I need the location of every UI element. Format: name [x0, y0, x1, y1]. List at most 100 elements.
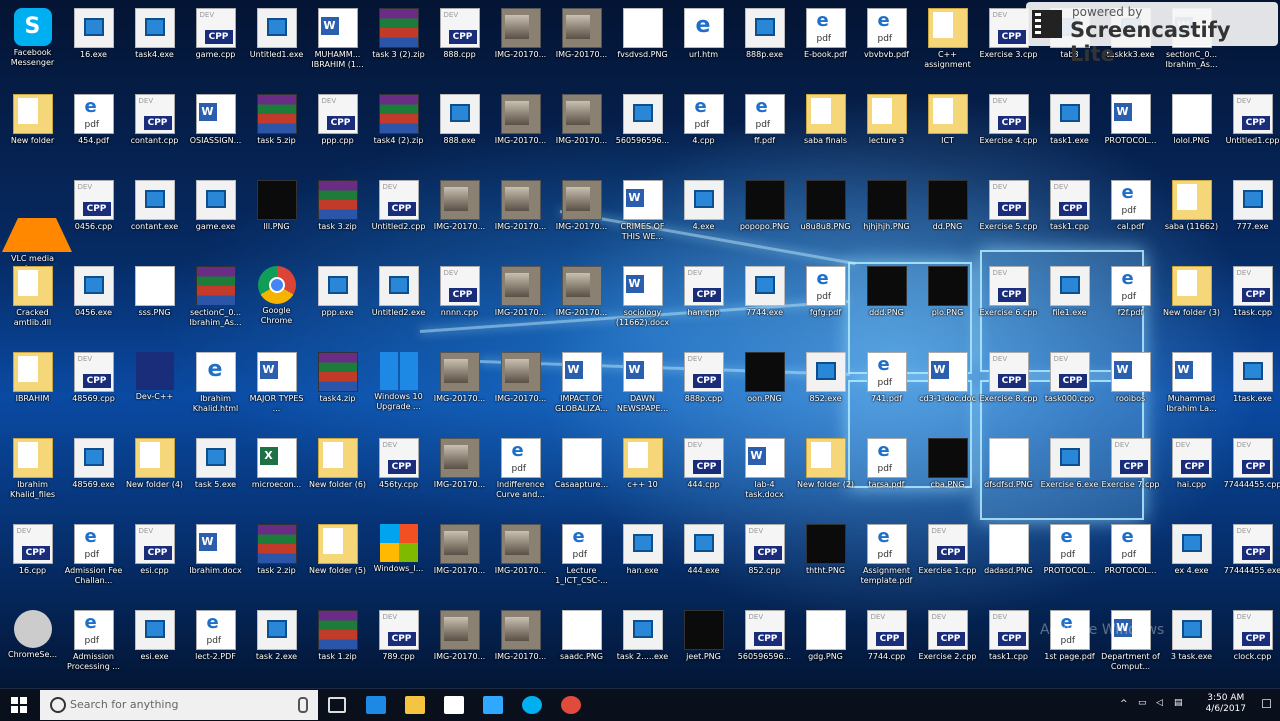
desktop-icon[interactable]: Admission Processing ...: [63, 606, 124, 690]
taskbar-app[interactable]: [435, 689, 473, 721]
desktop-icon[interactable]: jeet.PNG: [673, 606, 734, 690]
desktop-icon[interactable]: Facebook Messenger: [2, 4, 63, 88]
desktop-icon[interactable]: Windows 10 Upgrade ...: [368, 348, 429, 432]
desktop-icon[interactable]: IMG-20170...: [490, 90, 551, 174]
desktop-icon[interactable]: cal.pdf: [1100, 176, 1161, 260]
desktop-icon[interactable]: CRIMES OF THIS WE...: [612, 176, 673, 260]
desktop-icon[interactable]: lolol.PNG: [1161, 90, 1222, 174]
desktop-icon[interactable]: IMG-20170...: [551, 262, 612, 346]
desktop-icon[interactable]: task000.cpp: [1039, 348, 1100, 432]
desktop-icon[interactable]: Assignment template.pdf: [856, 520, 917, 604]
desktop-icon[interactable]: Untitled2.exe: [368, 262, 429, 346]
desktop-icon[interactable]: esi.exe: [124, 606, 185, 690]
desktop-icon[interactable]: Google Chrome: [246, 262, 307, 346]
desktop-icon[interactable]: fvsdvsd.PNG: [612, 4, 673, 88]
desktop-icon[interactable]: 741.pdf: [856, 348, 917, 432]
desktop-icon[interactable]: c++ 10: [612, 434, 673, 518]
notifications-icon[interactable]: ☐: [1261, 697, 1272, 711]
desktop-icon[interactable]: contant.exe: [124, 176, 185, 260]
desktop-icon[interactable]: 4.exe: [673, 176, 734, 260]
desktop-icon[interactable]: 0456.cpp: [63, 176, 124, 260]
network-icon[interactable]: ▭: [1138, 698, 1147, 708]
desktop-icon[interactable]: lab-4 task.docx: [734, 434, 795, 518]
start-button[interactable]: [0, 689, 38, 721]
desktop-icon[interactable]: Untitled1.exe: [246, 4, 307, 88]
desktop-icon[interactable]: saba (11662): [1161, 176, 1222, 260]
desktop-icon[interactable]: 789.cpp: [368, 606, 429, 690]
desktop-icon[interactable]: ddd.PNG: [856, 262, 917, 346]
desktop-icon[interactable]: New folder (6): [307, 434, 368, 518]
desktop-icon[interactable]: url.htm: [673, 4, 734, 88]
desktop-icon[interactable]: E-book.pdf: [795, 4, 856, 88]
desktop-icon[interactable]: 48569.exe: [63, 434, 124, 518]
desktop-icon[interactable]: lecture 3: [856, 90, 917, 174]
desktop-icon[interactable]: task 1.zip: [307, 606, 368, 690]
desktop-icon[interactable]: ththt.PNG: [795, 520, 856, 604]
desktop-icon[interactable]: task 2.exe: [246, 606, 307, 690]
desktop-icon[interactable]: 456ty.cpp: [368, 434, 429, 518]
desktop-icon[interactable]: Cracked amtlib.dll: [2, 262, 63, 346]
desktop-icon[interactable]: New folder (2): [795, 434, 856, 518]
desktop-icon[interactable]: IMG-20170...: [429, 520, 490, 604]
desktop-icon[interactable]: 852.cpp: [734, 520, 795, 604]
desktop-icon[interactable]: Exercise 2.cpp: [917, 606, 978, 690]
desktop-icon[interactable]: New folder (3): [1161, 262, 1222, 346]
desktop-icon[interactable]: Dev-C++: [124, 348, 185, 432]
desktop-icon[interactable]: dfsdfsd.PNG: [978, 434, 1039, 518]
desktop-icon[interactable]: 48569.cpp: [63, 348, 124, 432]
desktop-icon[interactable]: task1.cpp: [1039, 176, 1100, 260]
desktop-icon[interactable]: IMPACT OF GLOBALIZA...: [551, 348, 612, 432]
desktop-icon[interactable]: game.exe: [185, 176, 246, 260]
desktop-icon[interactable]: vbvbvb.pdf: [856, 4, 917, 88]
desktop-icon[interactable]: 777.exe: [1222, 176, 1280, 260]
desktop-icon[interactable]: IMG-20170...: [429, 434, 490, 518]
desktop-icon[interactable]: 454.pdf: [63, 90, 124, 174]
desktop-icon[interactable]: 888p.cpp: [673, 348, 734, 432]
desktop-icon[interactable]: IMG-20170...: [490, 606, 551, 690]
desktop-icon[interactable]: dd.PNG: [917, 176, 978, 260]
desktop-icon[interactable]: task 5.exe: [185, 434, 246, 518]
desktop-icon[interactable]: Ibrahim.docx: [185, 520, 246, 604]
desktop-icon[interactable]: Department of Comput...: [1100, 606, 1161, 690]
desktop-icon[interactable]: u8u8u8.PNG: [795, 176, 856, 260]
desktop-icon[interactable]: Muhammad Ibrahim La...: [1161, 348, 1222, 432]
desktop-icon[interactable]: 77444455.cpp: [1222, 434, 1280, 518]
clock[interactable]: 3:50 AM 4/6/2017: [1206, 693, 1246, 715]
desktop-icon[interactable]: New folder (5): [307, 520, 368, 604]
desktop-icon[interactable]: task 3.zip: [307, 176, 368, 260]
desktop-icon[interactable]: 16.exe: [63, 4, 124, 88]
desktop-icon[interactable]: task4.zip: [307, 348, 368, 432]
desktop-icon[interactable]: 444.cpp: [673, 434, 734, 518]
desktop-icon[interactable]: Ibrahim Khalid_files: [2, 434, 63, 518]
desktop-icon[interactable]: IMG-20170...: [551, 176, 612, 260]
desktop-icon[interactable]: 444.exe: [673, 520, 734, 604]
desktop-icon[interactable]: 3 task.exe: [1161, 606, 1222, 690]
desktop-icon[interactable]: New folder (4): [124, 434, 185, 518]
desktop-icon[interactable]: 1task.exe: [1222, 348, 1280, 432]
desktop-icon[interactable]: 888.exe: [429, 90, 490, 174]
desktop-icon[interactable]: nnnn.cpp: [429, 262, 490, 346]
desktop-icon[interactable]: 560596596...: [612, 90, 673, 174]
desktop-icon[interactable]: contant.cpp: [124, 90, 185, 174]
desktop-icon[interactable]: Exercise 6.cpp: [978, 262, 1039, 346]
language-icon[interactable]: ▤: [1174, 698, 1183, 708]
desktop-icon[interactable]: file1.exe: [1039, 262, 1100, 346]
desktop-icon[interactable]: MUHAMM... IBRAHIM (1...: [307, 4, 368, 88]
desktop-icon[interactable]: sectionC_0... Ibrahim_As...: [185, 262, 246, 346]
desktop-icon[interactable]: Untitled2.cpp: [368, 176, 429, 260]
desktop-icon[interactable]: IMG-20170...: [490, 176, 551, 260]
desktop-icon[interactable]: IMG-20170...: [490, 4, 551, 88]
desktop-icon[interactable]: Exercise 7.cpp: [1100, 434, 1161, 518]
desktop-icon[interactable]: IMG-20170...: [490, 520, 551, 604]
desktop-icon[interactable]: tarsa.pdf: [856, 434, 917, 518]
desktop-icon[interactable]: Exercise 8.cpp: [978, 348, 1039, 432]
desktop-icon[interactable]: IBRAHIM: [2, 348, 63, 432]
desktop-icon[interactable]: IMG-20170...: [429, 348, 490, 432]
desktop-icon[interactable]: han.exe: [612, 520, 673, 604]
desktop-icon[interactable]: hjhjhjh.PNG: [856, 176, 917, 260]
desktop-icon[interactable]: ICT: [917, 90, 978, 174]
desktop-icon[interactable]: ff.pdf: [734, 90, 795, 174]
desktop-icon[interactable]: ppp.exe: [307, 262, 368, 346]
desktop-icon[interactable]: task 3 (2).zip: [368, 4, 429, 88]
desktop-icon[interactable]: Indifference Curve and...: [490, 434, 551, 518]
